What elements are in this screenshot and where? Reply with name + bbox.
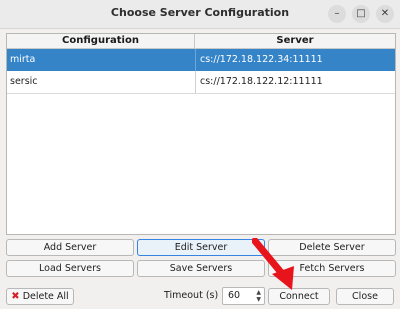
- table-row-selected[interactable]: mirta cs://172.18.122.34:11111: [7, 49, 395, 72]
- column-header-configuration[interactable]: Configuration: [7, 34, 195, 48]
- configuration-cell: sersic: [10, 76, 38, 87]
- configuration-cell: mirta: [10, 54, 36, 65]
- edit-server-button[interactable]: Edit Server: [137, 239, 265, 256]
- delete-all-button[interactable]: ✖ Delete All: [6, 288, 74, 305]
- timeout-label: Timeout (s): [164, 290, 219, 301]
- delete-x-icon: ✖: [11, 291, 20, 302]
- load-servers-button[interactable]: Load Servers: [6, 260, 134, 277]
- table-header: Configuration Server: [7, 34, 395, 49]
- add-server-button[interactable]: Add Server: [6, 239, 134, 256]
- red-arrow-icon: [252, 238, 294, 290]
- delete-all-label: Delete All: [22, 291, 69, 302]
- close-window-button[interactable]: ✕: [376, 5, 394, 23]
- table-row[interactable]: sersic cs://172.18.122.12:11111: [7, 71, 395, 94]
- minimize-button[interactable]: –: [328, 5, 346, 23]
- server-table[interactable]: Configuration Server mirta cs://172.18.1…: [6, 33, 396, 235]
- save-servers-button[interactable]: Save Servers: [137, 260, 265, 277]
- timeout-value: 60: [228, 290, 241, 301]
- server-cell: cs://172.18.122.34:11111: [195, 49, 396, 71]
- spin-down-icon[interactable]: ▼: [256, 296, 261, 303]
- close-button[interactable]: Close: [336, 288, 394, 305]
- server-cell: cs://172.18.122.12:11111: [195, 71, 396, 93]
- title-bar: Choose Server Configuration – □ ✕: [0, 0, 400, 29]
- maximize-button[interactable]: □: [352, 5, 370, 23]
- column-header-server[interactable]: Server: [195, 34, 395, 48]
